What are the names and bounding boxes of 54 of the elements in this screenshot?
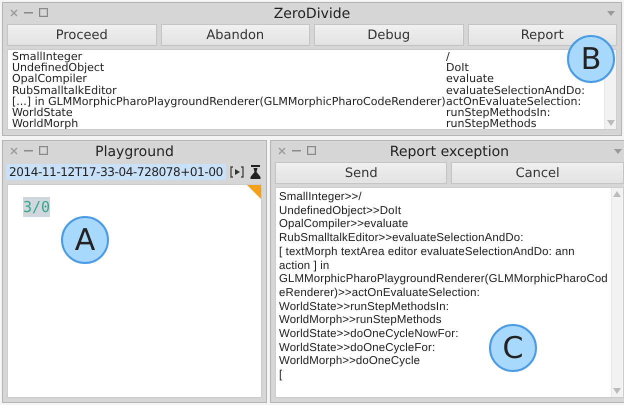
trace-line: WorldMorph>>doOneCycle [279, 355, 420, 370]
pawn-icon[interactable] [250, 164, 261, 178]
scroll-up-icon[interactable] [613, 191, 622, 197]
dialog-button[interactable]: Send [275, 162, 448, 184]
minimize-icon[interactable] [292, 150, 301, 152]
dropdown-arrow-icon[interactable] [614, 149, 622, 154]
stack-frame-class[interactable]: SmallInteger [12, 51, 82, 62]
stack-frame-method[interactable]: evaluate [446, 73, 494, 85]
trace-line: UndefinedObject>>DoIt [279, 204, 402, 218]
maximize-icon[interactable] [39, 8, 48, 17]
stack-frame-method[interactable]: actOnEvaluateSelection: [446, 96, 582, 108]
dropdown-arrow-icon[interactable] [607, 11, 615, 16]
minimize-icon[interactable] [24, 12, 33, 14]
corner-flag-icon [247, 185, 261, 199]
dialog-button[interactable]: Debug [314, 24, 464, 46]
maximize-icon[interactable] [307, 146, 316, 155]
stack-frame-class[interactable]: [...] in GLMMorphicPharoPlaygroundRenderer(GLMMorphicPharoCodeRenderer) [12, 96, 446, 108]
trace-line: WorldState>>doOneCycleFor: [279, 342, 436, 356]
trace-line: SmallInteger>>/ [279, 191, 362, 205]
dialog-button[interactable]: Proceed [7, 24, 156, 46]
scroll-down-icon[interactable] [613, 388, 622, 394]
dialog-button[interactable]: Report [468, 24, 617, 46]
trace-line: RubSmalltalkEditor>>evaluateSelectionAndDo: [279, 232, 524, 246]
maximize-icon[interactable] [39, 146, 48, 155]
trace-line: OpalCompiler>>evaluate [279, 218, 408, 232]
trace-line: [ textMorph textArea editor evaluateSelectionAndDo: ann [279, 246, 575, 260]
stack-frame-class[interactable]: UndefinedObject [12, 62, 104, 74]
stack-frame-class[interactable]: RubSmalltalkEditor [12, 84, 117, 96]
close-icon[interactable] [278, 146, 286, 154]
minimize-icon[interactable] [24, 150, 33, 152]
window-title: Report exception [390, 144, 510, 160]
code-text: 3/0 [23, 197, 50, 217]
stack-frame-class[interactable]: OpalCompiler [12, 73, 87, 85]
stack-frame-method[interactable]: / [446, 51, 450, 62]
window-title: Playground [95, 144, 174, 160]
close-icon[interactable] [10, 146, 18, 154]
run-icon[interactable] [230, 166, 244, 178]
trace-line: GLMMorphicPharoPlaygroundRenderer(GLMMorphicPharoCod [279, 273, 608, 287]
scroll-down-icon[interactable] [606, 120, 614, 126]
dialog-button[interactable]: Abandon [160, 24, 310, 46]
trace-line: action ] in [279, 260, 330, 274]
window-title: ZeroDivide [274, 6, 350, 22]
dialog-button[interactable]: Cancel [451, 162, 624, 184]
trace-line: [ [279, 369, 282, 383]
close-icon[interactable] [10, 8, 18, 16]
trace-line: WorldState>>runStepMethodsIn: [279, 300, 450, 314]
stack-frame-method[interactable]: runStepMethodsIn: [446, 107, 550, 118]
stack-frame-class[interactable]: WorldState [12, 107, 73, 118]
page-tab[interactable]: 2014-11-12T17-33-04-728078+01-00 [6, 164, 226, 180]
trace-line: WorldState>>doOneCycleNowFor: [279, 328, 459, 342]
trace-line: WorldMorph>>runStepMethods [279, 314, 442, 328]
stack-frame-method[interactable]: DoIt [446, 62, 469, 74]
trace-line: eRenderer)>>actOnEvaluateSelection: [279, 286, 480, 301]
stack-frame-method[interactable]: evaluateSelectionAndDo: [446, 84, 585, 96]
